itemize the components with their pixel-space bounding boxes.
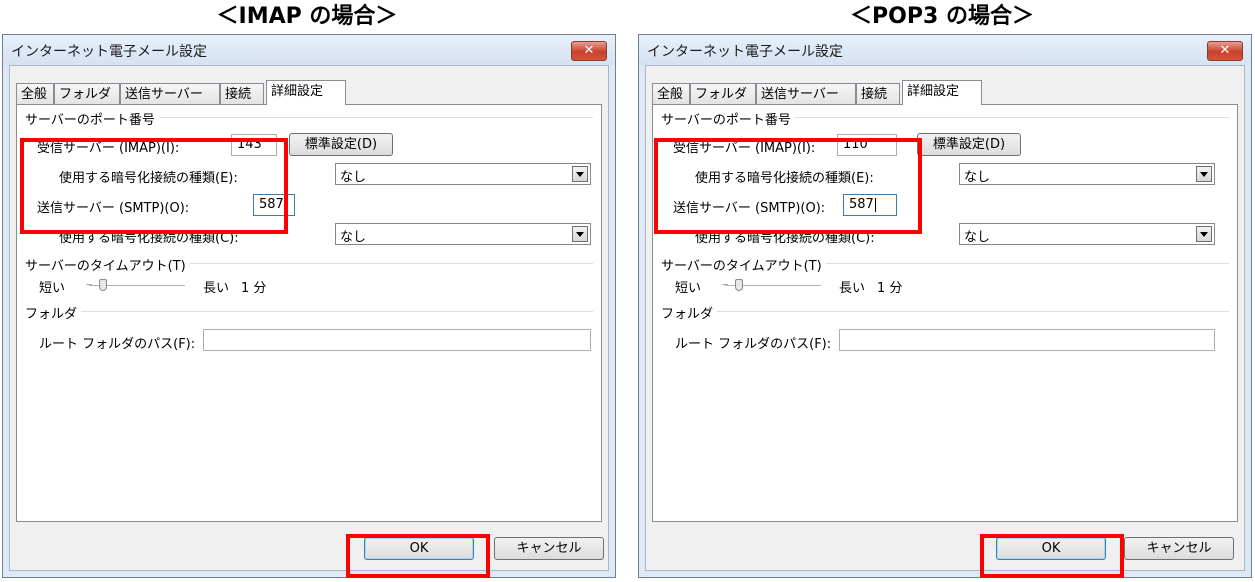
- tab-connection[interactable]: 接続: [220, 83, 264, 104]
- timeout-long-label: 長い: [203, 281, 230, 296]
- incoming-encryption-value: なし: [964, 170, 991, 185]
- incoming-encryption-label: 使用する暗号化接続の種類(E):: [695, 171, 874, 186]
- ok-button[interactable]: OK: [996, 537, 1106, 560]
- timeout-short-label: 短い: [39, 281, 66, 296]
- chevron-down-icon[interactable]: [1196, 226, 1212, 242]
- outgoing-encryption-label: 使用する暗号化接続の種類(C):: [695, 231, 875, 246]
- outgoing-port-value: 587: [849, 197, 874, 212]
- title-bar: インターネット電子メール設定 ✕: [3, 35, 615, 65]
- tab-general[interactable]: 全般: [652, 83, 690, 104]
- incoming-server-label: 受信サーバー (IMAP)(I):: [37, 141, 180, 156]
- incoming-encryption-select[interactable]: なし: [959, 163, 1215, 185]
- outgoing-encryption-select[interactable]: なし: [335, 223, 591, 245]
- timeout-group-label: サーバーのタイムアウト(T): [25, 255, 190, 274]
- dialog-client: 全般 フォルダ 送信サーバー 接続 詳細設定 サーバーのポート番号 受信サーバー…: [9, 65, 609, 571]
- root-folder-input[interactable]: [839, 329, 1215, 351]
- cancel-button[interactable]: キャンセル: [494, 537, 604, 560]
- dialog-title: インターネット電子メール設定: [647, 44, 843, 60]
- tab-general[interactable]: 全般: [16, 83, 54, 104]
- folder-group-label: フォルダ: [661, 303, 718, 322]
- root-folder-input[interactable]: [203, 329, 591, 351]
- timeout-group-label: サーバーのタイムアウト(T): [661, 255, 826, 274]
- advanced-panel: サーバーのポート番号 受信サーバー (IMAP)(I): 110 標準設定(D)…: [652, 104, 1238, 522]
- outgoing-encryption-label: 使用する暗号化接続の種類(C):: [59, 231, 239, 246]
- slider-tick: [722, 284, 728, 285]
- cancel-button[interactable]: キャンセル: [1124, 537, 1234, 560]
- incoming-server-label: 受信サーバー (IMAP)(I):: [673, 141, 816, 156]
- group-divider: [661, 311, 1229, 312]
- outgoing-server-label: 送信サーバー (SMTP)(O):: [37, 201, 190, 216]
- timeout-value: 1 分: [877, 281, 903, 296]
- incoming-encryption-value: なし: [340, 170, 367, 185]
- port-group-label: サーバーのポート番号: [25, 109, 159, 128]
- caption-imap: ＜IMAP の場合＞: [216, 4, 398, 29]
- tab-folders[interactable]: フォルダ: [54, 83, 120, 104]
- title-bar: インターネット電子メール設定 ✕: [639, 35, 1251, 65]
- close-icon[interactable]: ✕: [1207, 41, 1243, 61]
- advanced-panel: サーバーのポート番号 受信サーバー (IMAP)(I): 143 標準設定(D)…: [16, 104, 602, 522]
- text-cursor: [874, 197, 876, 212]
- chevron-down-icon[interactable]: [1196, 166, 1212, 182]
- outgoing-encryption-value: なし: [964, 230, 991, 245]
- root-folder-label: ルート フォルダのパス(F):: [39, 337, 196, 352]
- tab-connection[interactable]: 接続: [856, 83, 900, 104]
- outgoing-encryption-select[interactable]: なし: [959, 223, 1215, 245]
- outgoing-port-value: 587: [259, 197, 284, 212]
- dialog-pop3: インターネット電子メール設定 ✕ 全般 フォルダ 送信サーバー 接続 詳細設定 …: [638, 34, 1252, 578]
- timeout-slider-thumb[interactable]: [735, 279, 744, 291]
- timeout-slider-thumb[interactable]: [99, 279, 108, 291]
- close-icon[interactable]: ✕: [571, 41, 607, 61]
- incoming-port-input[interactable]: 110: [837, 134, 897, 156]
- chevron-down-icon[interactable]: [572, 166, 588, 182]
- ok-button[interactable]: OK: [364, 537, 474, 560]
- outgoing-encryption-value: なし: [340, 230, 367, 245]
- outgoing-server-label: 送信サーバー (SMTP)(O):: [673, 201, 826, 216]
- timeout-value: 1 分: [241, 281, 267, 296]
- folder-group-label: フォルダ: [25, 303, 82, 322]
- text-cursor: [284, 197, 286, 212]
- dialog-title: インターネット電子メール設定: [11, 44, 207, 60]
- tab-folders[interactable]: フォルダ: [690, 83, 756, 104]
- port-group-label: サーバーのポート番号: [661, 109, 795, 128]
- tab-outgoing-server[interactable]: 送信サーバー: [756, 83, 856, 104]
- chevron-down-icon[interactable]: [572, 226, 588, 242]
- default-settings-button[interactable]: 標準設定(D): [917, 133, 1021, 156]
- tab-advanced[interactable]: 詳細設定: [902, 80, 982, 105]
- tab-outgoing-server[interactable]: 送信サーバー: [120, 83, 220, 104]
- default-settings-button[interactable]: 標準設定(D): [289, 133, 393, 156]
- incoming-encryption-select[interactable]: なし: [335, 163, 591, 185]
- slider-tick: [86, 284, 92, 285]
- dialog-client: 全般 フォルダ 送信サーバー 接続 詳細設定 サーバーのポート番号 受信サーバー…: [645, 65, 1245, 571]
- timeout-short-label: 短い: [675, 281, 702, 296]
- outgoing-port-input[interactable]: 587: [843, 194, 897, 216]
- tab-advanced[interactable]: 詳細設定: [266, 80, 346, 105]
- caption-pop3: ＜POP3 の場合＞: [850, 4, 1034, 29]
- group-divider: [25, 311, 593, 312]
- dialog-imap: インターネット電子メール設定 ✕ 全般 フォルダ 送信サーバー 接続 詳細設定 …: [2, 34, 616, 578]
- root-folder-label: ルート フォルダのパス(F):: [675, 337, 832, 352]
- outgoing-port-input[interactable]: 587: [253, 194, 295, 216]
- incoming-encryption-label: 使用する暗号化接続の種類(E):: [59, 171, 238, 186]
- timeout-long-label: 長い: [839, 281, 866, 296]
- incoming-port-input[interactable]: 143: [231, 134, 277, 156]
